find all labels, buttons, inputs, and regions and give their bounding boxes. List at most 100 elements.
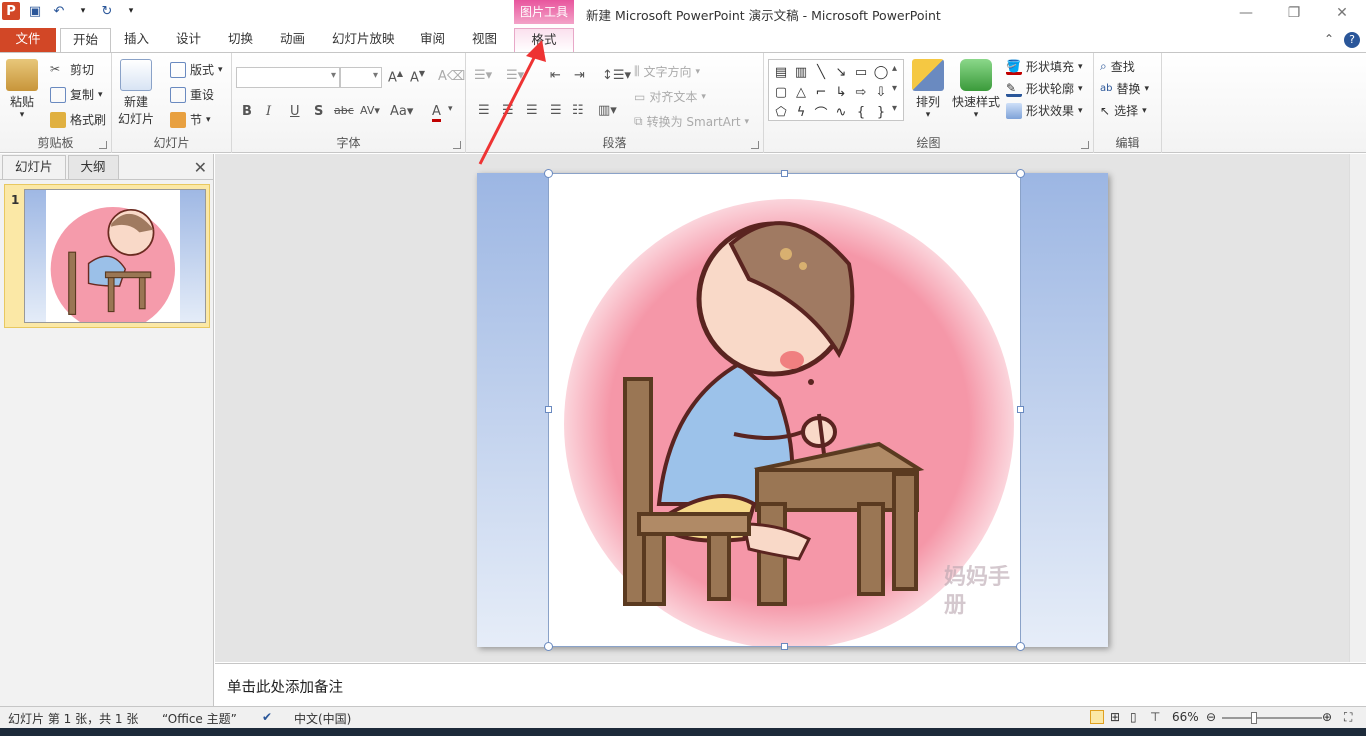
font-size-combo[interactable] — [340, 67, 382, 88]
down-arrow-shape-icon[interactable]: ⇩ — [871, 82, 891, 102]
paste-button[interactable]: 粘贴 ▾ — [6, 59, 38, 120]
font-color-dropdown-icon[interactable]: ▾ — [448, 104, 453, 114]
shape-effects-button[interactable]: 形状效果 ▾ — [1006, 102, 1083, 119]
gallery-scroll-icon[interactable]: ▴ ▾ ▾ — [892, 59, 897, 119]
tab-format[interactable]: 格式 — [514, 28, 574, 52]
bullets-icon[interactable]: ☰▾ — [474, 68, 492, 83]
font-name-combo[interactable] — [236, 67, 340, 88]
resize-handle-top-right[interactable] — [1016, 169, 1025, 178]
right-arrow-shape-icon[interactable]: ⇨ — [851, 82, 871, 102]
resize-handle-top-left[interactable] — [544, 169, 553, 178]
selected-picture[interactable]: 妈妈手册 — [548, 173, 1021, 647]
notes-pane[interactable]: 单击此处添加备注 — [215, 663, 1366, 706]
align-text-button[interactable]: ▭ 对齐文本 ▾ — [634, 88, 706, 105]
elbow-arrow-shape-icon[interactable]: ↳ — [831, 82, 851, 102]
slide-thumbnail-selected[interactable]: 1 — [4, 184, 210, 328]
columns-icon[interactable]: ▥▾ — [598, 103, 617, 118]
elbow-connector-shape-icon[interactable]: ⌐ — [811, 82, 831, 102]
rounded-rect-shape-icon[interactable]: ▢ — [771, 82, 791, 102]
resize-handle-left[interactable] — [545, 406, 552, 413]
resize-handle-bottom[interactable] — [781, 643, 788, 650]
theme-name[interactable]: “Office 主题” — [162, 710, 237, 727]
close-window-icon[interactable]: ✕ — [1318, 0, 1366, 26]
close-pane-icon[interactable]: ✕ — [194, 158, 207, 177]
new-slide-button[interactable]: 新建 幻灯片 — [118, 59, 154, 127]
drawing-launcher-icon[interactable] — [1081, 141, 1089, 149]
resize-handle-right[interactable] — [1017, 406, 1024, 413]
resize-handle-top[interactable] — [781, 170, 788, 177]
font-launcher-icon[interactable] — [453, 141, 461, 149]
bold-icon[interactable]: B — [242, 104, 252, 119]
quick-styles-button[interactable]: 快速样式 ▾ — [952, 59, 1000, 120]
arrange-button[interactable]: 排列 ▾ — [912, 59, 944, 120]
undo-dropdown-icon[interactable]: ▾ — [74, 2, 92, 20]
shrink-font-icon[interactable]: A▼ — [410, 69, 425, 85]
powerpoint-logo-icon[interactable]: P — [2, 2, 20, 20]
spellcheck-icon[interactable]: ✔ — [262, 710, 272, 724]
zoom-level[interactable]: 66% — [1172, 710, 1199, 724]
align-left-icon[interactable]: ☰ — [478, 103, 490, 118]
tab-slides-pane[interactable]: 幻灯片 — [2, 155, 66, 179]
line-shape-icon[interactable]: ╲ — [811, 62, 831, 82]
increase-indent-icon[interactable]: ⇥ — [574, 68, 585, 83]
align-center-icon[interactable]: ☰ — [502, 103, 514, 118]
tab-file[interactable]: 文件 — [0, 28, 56, 52]
tab-outline-pane[interactable]: 大纲 — [67, 155, 119, 179]
justify-icon[interactable]: ☰ — [550, 103, 562, 118]
tab-animations[interactable]: 动画 — [268, 28, 317, 52]
tab-slideshow[interactable]: 幻灯片放映 — [320, 28, 407, 52]
format-painter-button[interactable]: 格式刷 — [50, 111, 106, 128]
shapes-gallery[interactable]: ▤ ▥ ╲ ↘ ▭ ◯ ▢ △ ⌐ ↳ ⇨ ⇩ ⬠ ϟ ⌒ ∿ { } — [768, 59, 904, 122]
redo-icon[interactable]: ↻ — [98, 2, 116, 20]
zoom-slider[interactable] — [1222, 717, 1322, 719]
clear-format-icon[interactable]: A⌫ — [438, 69, 465, 84]
resize-handle-bottom-right[interactable] — [1016, 642, 1025, 651]
slide-thumbnail[interactable] — [24, 189, 206, 323]
replace-button[interactable]: ab 替换 ▾ — [1100, 80, 1149, 97]
layout-button[interactable]: 版式 ▾ — [170, 61, 223, 78]
reading-view-icon[interactable]: ▯ — [1130, 710, 1137, 724]
zoom-out-icon[interactable]: ⊖ — [1206, 710, 1216, 724]
slideshow-icon[interactable]: ⊤ — [1150, 710, 1160, 724]
copy-button[interactable]: 复制 ▾ — [50, 86, 103, 103]
resize-handle-bottom-left[interactable] — [544, 642, 553, 651]
strikethrough-icon[interactable]: abc — [334, 104, 354, 117]
vertical-textbox-shape-icon[interactable]: ▥ — [791, 62, 811, 82]
distributed-icon[interactable]: ☷ — [572, 103, 584, 118]
zoom-slider-knob[interactable] — [1251, 712, 1257, 724]
convert-smartart-button[interactable]: ⧉ 转换为 SmartArt ▾ — [634, 113, 749, 130]
left-brace-shape-icon[interactable]: { — [851, 102, 871, 122]
change-case-icon[interactable]: Aa▾ — [390, 104, 413, 119]
oval-shape-icon[interactable]: ◯ — [871, 62, 891, 82]
clipboard-launcher-icon[interactable] — [99, 141, 107, 149]
decrease-indent-icon[interactable]: ⇤ — [550, 68, 561, 83]
tab-review[interactable]: 审阅 — [408, 28, 457, 52]
help-icon[interactable]: ? — [1344, 32, 1360, 48]
textbox-shape-icon[interactable]: ▤ — [771, 62, 791, 82]
italic-icon[interactable]: I — [266, 104, 271, 119]
language[interactable]: 中文(中国) — [294, 710, 351, 727]
lightning-shape-icon[interactable]: ϟ — [791, 102, 811, 122]
customize-qat-icon[interactable]: ▾ — [122, 2, 140, 20]
select-button[interactable]: ↖ 选择 ▾ — [1100, 102, 1147, 119]
right-brace-shape-icon[interactable]: } — [871, 102, 891, 122]
shadow-icon[interactable]: S — [314, 104, 323, 119]
minimize-icon[interactable]: — — [1222, 0, 1270, 26]
tab-view[interactable]: 视图 — [460, 28, 509, 52]
curve-shape-icon[interactable]: ⌒ — [811, 102, 831, 122]
undo-icon[interactable]: ↶ — [50, 2, 68, 20]
wave-shape-icon[interactable]: ∿ — [831, 102, 851, 122]
reset-button[interactable]: 重设 — [170, 86, 214, 103]
slide-sorter-icon[interactable]: ⊞ — [1110, 710, 1120, 724]
line-spacing-icon[interactable]: ↕☰▾ — [602, 68, 631, 83]
tab-home[interactable]: 开始 — [60, 28, 112, 52]
restore-icon[interactable]: ❐ — [1270, 0, 1318, 26]
shape-outline-button[interactable]: ✎ 形状轮廓 ▾ — [1006, 80, 1083, 97]
underline-icon[interactable]: U — [290, 104, 300, 119]
freeform-shape-icon[interactable]: ⬠ — [771, 102, 791, 122]
grow-font-icon[interactable]: A▲ — [388, 69, 403, 85]
numbering-icon[interactable]: ☰▾ — [506, 68, 524, 83]
fit-to-window-icon[interactable]: ⛶ — [1344, 710, 1352, 725]
align-right-icon[interactable]: ☰ — [526, 103, 538, 118]
vertical-scrollbar[interactable] — [1349, 154, 1366, 662]
